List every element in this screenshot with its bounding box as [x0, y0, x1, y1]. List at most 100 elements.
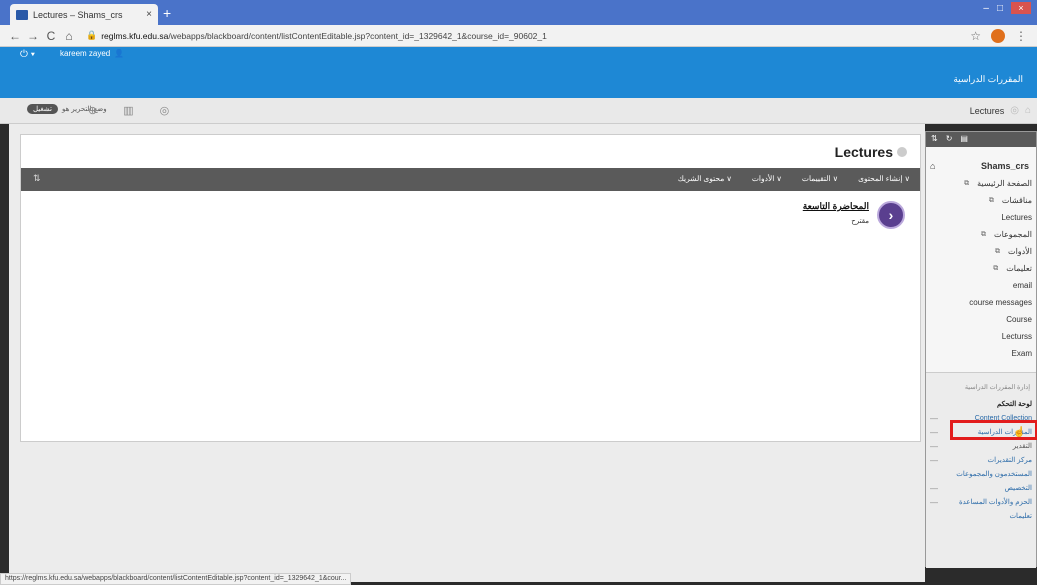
mgmt-item[interactable]: — التخصيص [926, 481, 1032, 495]
external-link-icon: ⧉ [981, 230, 987, 238]
options-circle-icon[interactable] [897, 147, 907, 157]
minimize-icon[interactable]: – [983, 3, 989, 14]
course-menu-label: Course [1006, 315, 1032, 324]
course-menu-item[interactable]: course messages [964, 294, 1032, 311]
course-menu-label: Exam [1011, 349, 1032, 358]
bookmark-star-icon[interactable]: ☆ [970, 29, 981, 43]
course-menu-item[interactable]: ⧉ المجموعات [964, 226, 1032, 243]
url-input[interactable]: 🔒 reglms.kfu.edu.sa /webapps/blackboard/… [86, 28, 970, 44]
student-preview-icon[interactable]: ⊕ [88, 104, 97, 117]
course-menu-item[interactable]: Exam [964, 345, 1032, 362]
menu-partner-content[interactable]: محتوى الشريك ∨ [678, 174, 732, 183]
courses-tab[interactable]: المقررات الدراسية [953, 74, 1023, 85]
mgmt-label: تعليمات [1009, 513, 1032, 520]
external-link-icon: ⧉ [988, 196, 994, 204]
breadcrumb-home-icon[interactable]: ⌂ [1025, 105, 1031, 116]
mgmt-item[interactable]: — الحزم والأدوات المساعدة [926, 495, 1032, 509]
course-menu-item[interactable]: ⧉ الأدوات [964, 243, 1032, 260]
window-controls: – □ × [983, 2, 1031, 14]
control-panel-item[interactable]: لوحة التحكم [926, 397, 1032, 411]
maximize-icon[interactable]: □ [997, 3, 1003, 14]
hand-cursor-icon: ☝ [1013, 427, 1026, 438]
menu-tools[interactable]: الأدوات ∨ [752, 174, 782, 183]
item-arrow-icon[interactable]: › [877, 201, 905, 229]
address-bar-row: ← → C ⌂ 🔒 reglms.kfu.edu.sa /webapps/bla… [0, 25, 1037, 47]
new-tab-button[interactable]: + [163, 5, 171, 21]
course-menu-item[interactable]: Course [964, 311, 1032, 328]
collapse-dash-icon: — [930, 497, 938, 507]
course-menu-item[interactable]: Lectures [964, 209, 1032, 226]
course-menu-toolbar: ⇅ ↻ ▤ [926, 132, 1036, 147]
user-menu[interactable]: kareem zayed 👤 [60, 49, 124, 58]
back-arrow-icon[interactable]: ← [8, 29, 22, 43]
mgmt-label: الحزم والأدوات المساعدة [958, 499, 1032, 506]
status-url: https://reglms.kfu.edu.sa/webapps/blackb… [0, 573, 352, 585]
mgmt-item[interactable]: المستخدمون والمجموعات [926, 467, 1032, 481]
mgmt-label: التخصيص [1004, 485, 1032, 492]
view-icon[interactable]: ◎ [160, 104, 170, 117]
course-management-heading: إدارة المقررات الدراسية [964, 384, 1030, 391]
course-menu-label: course messages [969, 298, 1032, 307]
course-home-icon[interactable]: ⌂ [930, 161, 935, 171]
item-title-link[interactable]: المحاضرة التاسعة [803, 201, 869, 212]
breadcrumb-separator-icon: ◎ [1010, 105, 1019, 116]
course-menu-item[interactable]: email [964, 277, 1032, 294]
external-link-icon: ⧉ [964, 179, 970, 187]
edit-mode-toggle[interactable]: تشغيل [27, 104, 58, 114]
content-item: المحاضرة التاسعة مقترح › [803, 201, 905, 229]
lock-icon: 🔒 [86, 30, 98, 40]
course-menu-label: Lecturss [1001, 332, 1032, 341]
refresh-icon[interactable]: ↻ [946, 134, 953, 145]
breadcrumb-current: Lectures [969, 105, 1005, 116]
page-title-text: Lectures [834, 144, 893, 160]
home-icon[interactable]: ⌂ [62, 29, 76, 43]
url-path: /webapps/blackboard/content/listContentE… [168, 30, 547, 41]
view-toggle-icon[interactable]: ▤ [960, 134, 968, 145]
browser-menu-icon[interactable]: ⋮ [1015, 29, 1027, 43]
forward-arrow-icon[interactable]: → [26, 29, 40, 43]
content-panel: Lectures ⇅ محتوى الشريك ∨ الأدوات ∨ التق… [20, 134, 921, 442]
mgmt-label: التقدير [1012, 443, 1032, 450]
library-icon[interactable]: ▥ [123, 104, 133, 117]
course-menu-label: مناقشات [1001, 196, 1032, 205]
course-menu-label: email [1012, 281, 1032, 290]
collapse-dash-icon: — [930, 441, 938, 451]
page-title: Lectures [835, 144, 907, 160]
mgmt-label: مركز التقديرات [987, 457, 1032, 464]
external-link-icon: ⧉ [993, 264, 999, 272]
course-menu-list: ⧉ الصفحة الرئيسية ⧉ مناقشات Lectures ⧉ المج… [964, 175, 1032, 362]
course-menu-label: Lectures [1001, 213, 1032, 222]
close-window-icon[interactable]: × [1011, 2, 1031, 14]
power-menu-icon[interactable]: ⏻ ▾ [20, 49, 35, 60]
breadcrumb: Lectures ◎ ⌂ [970, 105, 1031, 116]
collapse-dash-icon: — [930, 413, 938, 423]
course-management-panel: إدارة المقررات الدراسية لوحة التحكم — Con… [926, 372, 1036, 568]
reorder-menu-icon[interactable]: ⇅ [931, 134, 938, 145]
action-bar: ⇅ محتوى الشريك ∨ الأدوات ∨ التقييمات ∨ إ… [21, 168, 920, 191]
mgmt-item[interactable]: — مركز التقديرات [926, 453, 1032, 467]
menu-assessments[interactable]: التقييمات ∨ [802, 174, 838, 183]
bb-header: ⏻ ▾ kareem zayed 👤 المقررات الدراسية [0, 47, 1037, 98]
reorder-icon[interactable]: ⇅ [33, 173, 41, 184]
course-menu-item[interactable]: ⧉ تعليمات [964, 260, 1032, 277]
course-menu-label: المجموعات [994, 230, 1032, 239]
course-menu-item[interactable]: Lecturss [964, 328, 1032, 345]
mgmt-item[interactable]: — التقدير [926, 439, 1032, 453]
user-icon: 👤 [114, 49, 125, 58]
course-menu-label: الصفحة الرئيسية [977, 179, 1032, 188]
reload-icon[interactable]: C [44, 29, 58, 43]
course-menu-item[interactable]: ⧉ الصفحة الرئيسية [964, 175, 1032, 192]
course-menu-label: تعليمات [1006, 264, 1032, 273]
course-management-list: لوحة التحكم — Content Collection — المقررا… [926, 397, 1032, 523]
mgmt-item[interactable]: تعليمات [926, 509, 1032, 523]
course-name[interactable]: Shams_crs [981, 161, 1029, 171]
profile-avatar-icon[interactable] [991, 28, 1005, 43]
course-menu-item[interactable]: ⧉ مناقشات [964, 192, 1032, 209]
tab-close-icon[interactable]: × [146, 9, 152, 20]
browser-tab[interactable]: Lectures – Shams_crs × [10, 4, 158, 25]
content-area: Lectures ⇅ محتوى الشريك ∨ الأدوات ∨ التق… [9, 124, 925, 582]
collapse-dash-icon: — [930, 427, 938, 437]
action-menus: محتوى الشريك ∨ الأدوات ∨ التقييمات ∨ إنش… [678, 174, 910, 183]
menu-build-content[interactable]: إنشاء المحتوى ∨ [858, 174, 910, 183]
url-host: reglms.kfu.edu.sa [101, 30, 169, 41]
